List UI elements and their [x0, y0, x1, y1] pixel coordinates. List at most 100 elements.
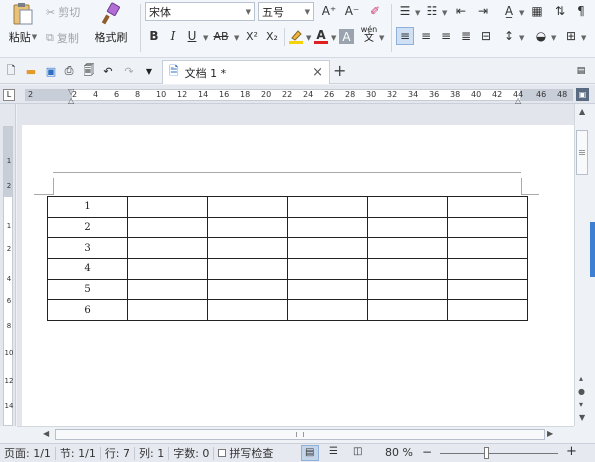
table-cell[interactable] — [287, 299, 368, 322]
close-icon[interactable]: × — [312, 65, 323, 80]
table-cell[interactable]: 2 — [47, 216, 128, 239]
table-cell[interactable] — [367, 237, 448, 260]
chevron-down-icon[interactable]: ▾ — [579, 400, 583, 409]
tab-list-button[interactable]: ▤ — [572, 62, 590, 80]
vertical-ruler[interactable]: 1 2 1 2 4 6 8 10 12 14 — [0, 104, 16, 426]
table-cell[interactable] — [127, 278, 208, 301]
table-cell[interactable]: 3 — [47, 237, 128, 260]
table-cell[interactable] — [207, 216, 288, 239]
zoom-out-button[interactable]: − — [422, 445, 432, 459]
zoom-slider-thumb[interactable] — [484, 447, 489, 459]
grow-font-button[interactable]: A⁺ — [320, 2, 338, 20]
table-cell[interactable] — [447, 196, 528, 218]
scroll-left-icon[interactable]: ◀ — [43, 429, 49, 438]
vertical-scroll-thumb[interactable] — [576, 130, 588, 175]
strikethrough-button[interactable]: AB — [209, 27, 233, 45]
char-shading-button[interactable]: A — [339, 29, 354, 44]
font-name-select[interactable]: 宋体 ▼ — [145, 2, 255, 21]
bold-button[interactable]: B — [145, 27, 163, 45]
chevron-up-icon[interactable]: ▴ — [579, 374, 583, 383]
subscript-button[interactable]: X₂ — [262, 27, 282, 45]
browse-object-icon[interactable]: ● — [578, 387, 585, 396]
redo-button[interactable]: ↷ — [120, 62, 138, 80]
table-cell[interactable] — [127, 299, 208, 322]
zoom-level[interactable]: 80 % — [385, 446, 413, 459]
scroll-right-icon[interactable]: ▶ — [547, 429, 553, 438]
table-cell[interactable] — [207, 299, 288, 322]
table-cell[interactable] — [287, 196, 368, 218]
table-cell[interactable] — [447, 278, 528, 301]
table-cell[interactable] — [367, 196, 448, 218]
new-tab-button[interactable]: + — [333, 61, 346, 80]
table-cell[interactable] — [127, 258, 208, 280]
copy-button[interactable]: ⧉ 复制 — [46, 30, 79, 46]
status-word-count[interactable]: 字数: 0 — [169, 446, 215, 460]
table-cell[interactable]: 1 — [47, 196, 128, 218]
borders-button[interactable]: ⊞ — [562, 27, 580, 45]
table-cell[interactable] — [287, 278, 368, 301]
increase-indent-button[interactable]: ⇥ — [474, 2, 492, 20]
first-line-indent-marker[interactable]: ▽ — [68, 87, 74, 96]
table-cell[interactable] — [367, 258, 448, 280]
table-cell[interactable] — [367, 278, 448, 301]
table-cell[interactable] — [127, 237, 208, 260]
new-doc-button[interactable]: 🗋 — [2, 62, 20, 80]
decrease-indent-button[interactable]: ⇤ — [452, 2, 470, 20]
tab-document[interactable]: 🗎 文档 1 * × — [162, 60, 330, 84]
align-left-button[interactable]: ≡ — [396, 27, 414, 45]
bullet-list-button[interactable]: ☰ — [396, 2, 414, 20]
table-cell[interactable]: 4 — [47, 258, 128, 280]
font-size-select[interactable]: 五号 ▼ — [258, 2, 314, 21]
status-page[interactable]: 页面: 1/1 — [0, 446, 56, 460]
table-cell[interactable] — [447, 216, 528, 239]
ruler-toggle-button[interactable]: ▣ — [576, 88, 589, 101]
line-spacing-button[interactable]: ↕ — [500, 27, 518, 45]
clear-format-button[interactable]: ✐ — [366, 2, 384, 20]
font-color-button[interactable]: A — [312, 27, 330, 45]
table-cell[interactable] — [207, 258, 288, 280]
horizontal-scroll-thumb[interactable] — [55, 429, 545, 440]
print-button[interactable]: ⎙ — [60, 62, 78, 80]
shrink-font-button[interactable]: A⁻ — [343, 2, 361, 20]
outline-view-button[interactable]: ☰ — [329, 446, 338, 457]
undo-button[interactable]: ↶ — [99, 62, 117, 80]
paste-button[interactable]: 粘贴 ▼ — [4, 2, 42, 45]
superscript-button[interactable]: X² — [242, 27, 262, 45]
customize-qat-button[interactable]: ▼ — [140, 62, 158, 80]
show-marks-button[interactable]: ¶ — [572, 2, 590, 20]
underline-button[interactable]: U — [183, 27, 201, 45]
italic-button[interactable]: I — [164, 27, 182, 45]
table-cell[interactable] — [447, 299, 528, 322]
table-cell[interactable] — [447, 237, 528, 260]
table-cell[interactable] — [287, 258, 368, 280]
table-insert-button[interactable]: ▦ — [528, 2, 546, 20]
print-preview-button[interactable]: 🗐 — [80, 62, 98, 80]
table-cell[interactable] — [287, 237, 368, 260]
cut-button[interactable]: ✂ 剪切 — [46, 4, 80, 20]
zoom-slider-track[interactable] — [440, 453, 558, 454]
table-cell[interactable]: 5 — [47, 278, 128, 301]
format-painter-button[interactable]: 格式刷 — [92, 2, 130, 45]
spell-check-toggle[interactable]: 拼写检查 — [214, 447, 277, 460]
web-view-button[interactable]: ◫ — [353, 446, 362, 457]
table-cell[interactable] — [367, 299, 448, 322]
text-direction-button[interactable]: A̲ — [500, 2, 518, 20]
table-cell[interactable] — [207, 196, 288, 218]
distributed-button[interactable]: ⊟ — [477, 27, 495, 45]
tab-stop-selector[interactable]: L — [3, 89, 15, 101]
pinyin-guide-button[interactable]: wén 文 — [360, 25, 378, 44]
horizontal-ruler[interactable]: L 2 2 4 6 8 10 12 14 16 18 20 22 24 26 28 30 32 34 36 38 40 4… — [0, 85, 595, 105]
align-center-button[interactable]: ≡ — [417, 27, 435, 45]
shading-button[interactable]: ◒ — [532, 27, 550, 45]
justify-button[interactable]: ≣ — [457, 27, 475, 45]
table-cell[interactable] — [207, 278, 288, 301]
save-button[interactable]: ▣ — [42, 62, 60, 80]
scroll-up-icon[interactable]: ▲ — [579, 107, 585, 116]
highlight-button[interactable] — [287, 27, 305, 45]
table-cell[interactable] — [367, 216, 448, 239]
table-cell[interactable] — [127, 196, 208, 218]
document-table[interactable]: 123456 — [47, 196, 528, 322]
scroll-down-icon[interactable]: ▼ — [579, 413, 585, 422]
table-cell[interactable] — [127, 216, 208, 239]
align-right-button[interactable]: ≡ — [437, 27, 455, 45]
